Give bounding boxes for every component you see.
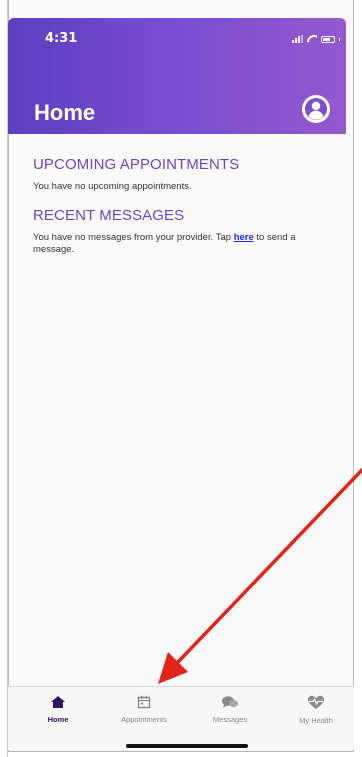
tab-messages-label: Messages	[212, 715, 248, 724]
profile-button[interactable]	[302, 95, 330, 123]
recent-messages-text: You have no messages from your provider.…	[33, 232, 333, 256]
status-icons	[292, 35, 340, 43]
home-indicator	[126, 744, 248, 748]
home-icon	[51, 696, 65, 708]
tab-my-health[interactable]: My Health	[276, 695, 356, 725]
bottom-tab-bar: Home Appointments Messages My Health	[8, 686, 354, 750]
window-edge	[0, 0, 8, 757]
tab-my-health-label: My Health	[299, 716, 333, 725]
chat-icon	[222, 696, 238, 708]
upcoming-appointments-title: UPCOMING APPOINTMENTS	[33, 156, 240, 173]
home-content: UPCOMING APPOINTMENTS You have no upcomi…	[33, 156, 333, 270]
tab-home-label: Home	[47, 715, 69, 724]
tab-home[interactable]: Home	[18, 695, 98, 724]
heart-pulse-icon	[308, 695, 324, 709]
page-title: Home	[34, 100, 96, 125]
upcoming-appointments-text: You have no upcoming appointments.	[33, 181, 192, 192]
recent-messages-title: RECENT MESSAGES	[33, 207, 185, 224]
messages-text-before: You have no messages from your provider.…	[33, 232, 234, 243]
app-header: 4:31 Home	[8, 18, 346, 134]
tab-messages[interactable]: Messages	[190, 695, 270, 724]
tab-appointments[interactable]: Appointments	[104, 695, 184, 724]
battery-icon	[321, 35, 335, 43]
status-time: 4:31	[45, 31, 78, 46]
signal-icon	[292, 35, 303, 43]
profile-icon	[305, 98, 327, 120]
tab-appointments-label: Appointments	[121, 715, 167, 724]
wifi-icon	[307, 35, 317, 43]
calendar-icon	[137, 695, 151, 709]
send-message-link[interactable]: here	[234, 232, 254, 243]
battery-tip-icon	[339, 37, 340, 41]
